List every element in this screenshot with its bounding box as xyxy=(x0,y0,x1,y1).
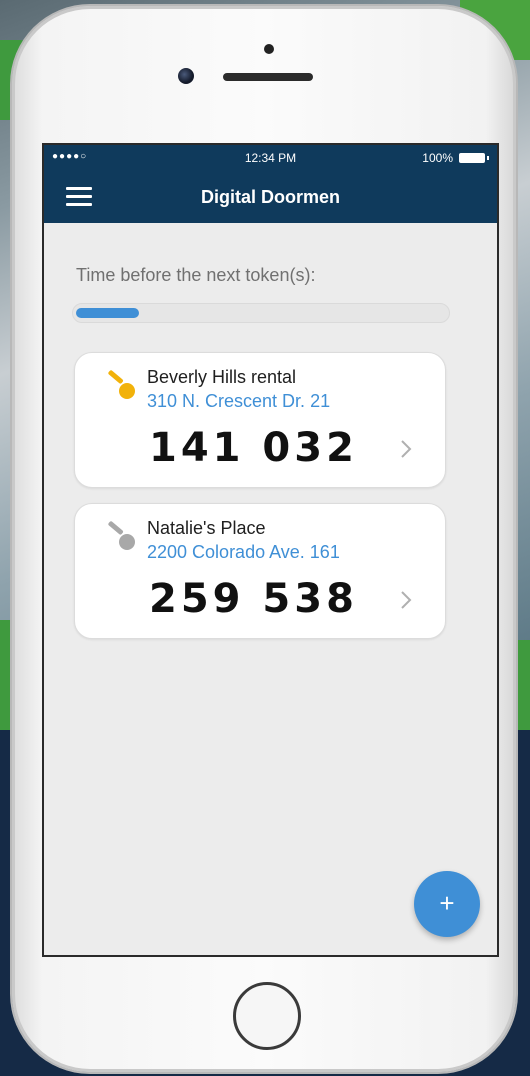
earpiece-speaker xyxy=(223,73,313,81)
token-card[interactable]: Natalie's Place 2200 Colorado Ave. 161 2… xyxy=(74,503,446,639)
home-button[interactable] xyxy=(233,982,301,1050)
plus-icon: + xyxy=(439,888,455,918)
app-title: Digital Doormen xyxy=(200,187,340,207)
add-token-button[interactable]: + xyxy=(414,871,480,937)
app-bar: Digital Doormen xyxy=(44,171,497,223)
token-timer-progress xyxy=(72,303,450,323)
battery-icon xyxy=(459,153,489,163)
token-name: Beverly Hills rental xyxy=(147,367,297,387)
token-timer-progress-fill xyxy=(76,308,139,318)
token-address: 310 N. Crescent Dr. 21 xyxy=(147,391,331,411)
token-code: 259 538 xyxy=(149,576,358,622)
chevron-right-icon xyxy=(401,591,412,609)
token-name: Natalie's Place xyxy=(147,518,266,538)
token-address: 2200 Colorado Ave. 161 xyxy=(147,542,340,562)
chevron-right-icon xyxy=(401,440,412,458)
phone-screen: ●●●●○ 12:34 PM 100% Digital Doormen Time… xyxy=(42,143,499,957)
front-camera xyxy=(178,68,194,84)
token-card[interactable]: Beverly Hills rental 310 N. Crescent Dr.… xyxy=(74,352,446,488)
token-code: 141 032 xyxy=(149,425,358,471)
key-icon xyxy=(108,370,135,399)
battery-percent: 100% xyxy=(422,151,453,165)
token-timer-label: Time before the next token(s): xyxy=(76,265,316,285)
status-bar: ●●●●○ 12:34 PM 100% xyxy=(44,145,497,171)
key-icon xyxy=(108,521,135,550)
proximity-sensor xyxy=(264,44,274,54)
